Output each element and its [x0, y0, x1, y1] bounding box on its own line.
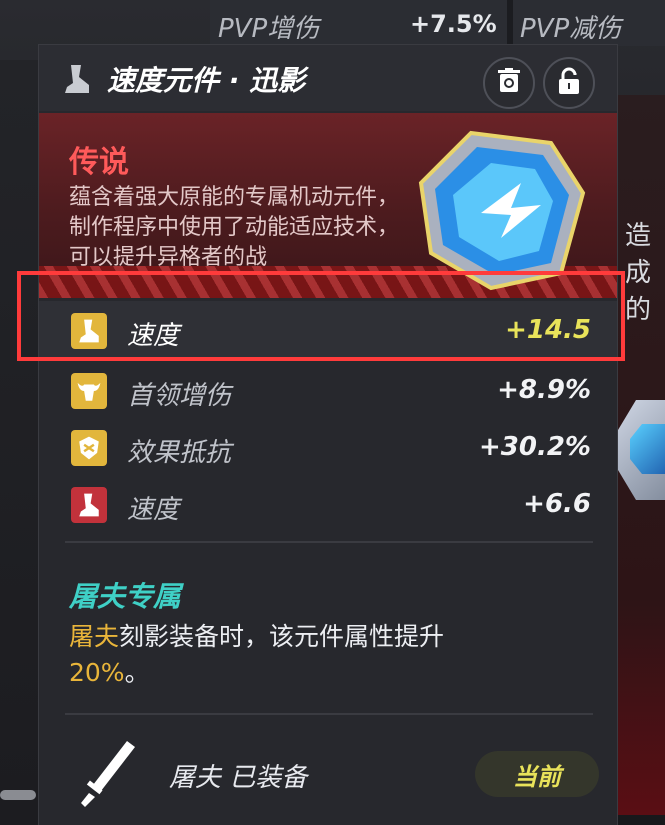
lock-icon [557, 67, 581, 99]
stat-name: 速度 [127, 495, 180, 525]
shield-break-icon [71, 430, 107, 466]
exclusive-bonus: 20% [69, 658, 125, 687]
stat-value: +6.6 [523, 489, 591, 519]
divider [507, 0, 513, 46]
sub-stat-row[interactable]: 首领增伤 +8.9% [39, 361, 617, 421]
highlight-box [17, 271, 625, 361]
item-detail-card: 速度元件 · 迅影 传说 蕴含着强大原能的专属机动元件，制作程序中使用了动能适应… [38, 44, 618, 825]
stat-name: 效果抵抗 [127, 438, 232, 468]
stat-value: +30.2% [479, 432, 591, 462]
divider [65, 541, 593, 543]
rarity-label: 传说 [69, 145, 129, 180]
component-gem-icon [418, 130, 586, 291]
equipped-status: 屠夫 已装备 [169, 763, 308, 793]
card-header: 速度元件 · 迅影 [39, 45, 617, 111]
exclusive-description: 屠夫刻影装备时，该元件属性提升 20%。 [69, 619, 589, 691]
equip-row: 屠夫 已装备 当前 [39, 729, 617, 819]
boot-icon [71, 487, 107, 523]
item-title: 速度元件 · 迅影 [107, 64, 306, 97]
stat-value: +8.9% [497, 375, 591, 405]
background-slider [0, 790, 36, 800]
exclusive-title: 屠夫专属 [69, 580, 182, 613]
recycle-button[interactable] [483, 57, 535, 109]
pvp-damage-label: PVP增伤 [218, 14, 320, 44]
background-top-bar: PVP增伤 +7.5% PVP减伤 [210, 0, 665, 46]
item-description: 蕴含着强大原能的专属机动元件，制作程序中使用了动能适应技术，可以提升异格者的战 [69, 185, 400, 270]
pvp-damage-value: +7.5% [410, 10, 497, 38]
boot-icon [61, 63, 93, 95]
background-left-panel [0, 60, 40, 825]
bull-head-icon [71, 373, 107, 409]
sub-stat-row[interactable]: 速度 +6.6 [39, 475, 617, 535]
divider [65, 713, 593, 715]
lock-button[interactable] [543, 57, 595, 109]
screen: 造成的 PVP增伤 +7.5% PVP减伤 速度元件 · 迅影 传说 蕴含着强大… [0, 0, 665, 825]
pvp-reduction-label: PVP减伤 [520, 14, 622, 44]
background-right-text: 造成的 [625, 221, 652, 325]
exclusive-character-name: 屠夫 [69, 622, 120, 651]
recycle-icon [497, 68, 521, 98]
current-button[interactable]: 当前 [475, 751, 599, 797]
sword-icon [81, 741, 135, 807]
exclusive-text-end: 。 [124, 658, 150, 687]
stat-name: 首领增伤 [127, 381, 232, 411]
sub-stat-row[interactable]: 效果抵抗 +30.2% [39, 418, 617, 478]
exclusive-text: 刻影装备时，该元件属性提升 [119, 622, 445, 651]
